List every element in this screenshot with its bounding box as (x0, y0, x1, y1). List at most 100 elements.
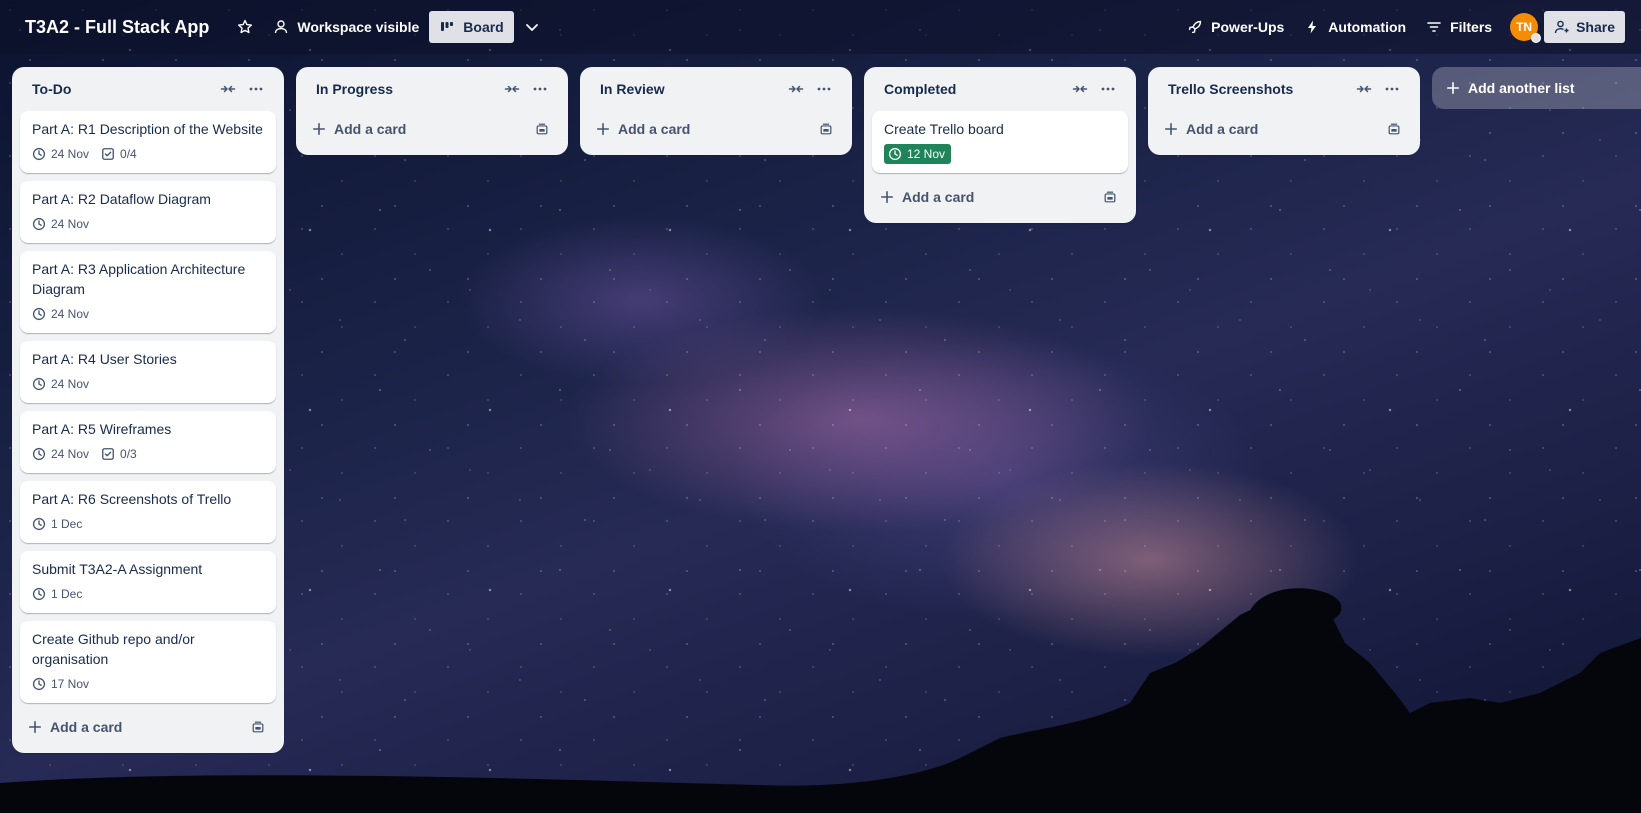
add-card-button[interactable]: Add a card (304, 111, 560, 147)
visibility-button[interactable]: Workspace visible (263, 11, 429, 43)
filters-button[interactable]: Filters (1416, 11, 1502, 43)
due-date: 1 Dec (51, 587, 83, 601)
clock-icon (32, 677, 46, 691)
clock-icon (888, 147, 902, 161)
card[interactable]: Part A: R4 User Stories 24 Nov (20, 341, 276, 403)
admin-badge-icon (1531, 33, 1542, 43)
create-from-template-icon[interactable] (244, 713, 272, 741)
share-button[interactable]: Share (1544, 11, 1625, 43)
due-date-badge[interactable]: 24 Nov (32, 444, 89, 464)
list-trello-screenshots[interactable]: Trello Screenshots Add a card (1148, 67, 1420, 155)
star-icon (237, 19, 253, 35)
list-title[interactable]: In Progress (316, 81, 498, 97)
card[interactable]: Part A: R6 Screenshots of Trello 1 Dec (20, 481, 276, 543)
clock-icon (32, 377, 46, 391)
card-title: Part A: R3 Application Architecture Diag… (32, 261, 246, 297)
card-title: Create Trello board (884, 121, 1004, 137)
add-card-button[interactable]: Add a card (872, 179, 1128, 215)
card-badges: 24 Nov (32, 374, 264, 394)
checklist-icon (102, 148, 114, 160)
due-date-badge[interactable]: 24 Nov (32, 214, 89, 234)
card-title: Create Github repo and/or organisation (32, 631, 195, 667)
due-date-badge[interactable]: 24 Nov (32, 374, 89, 394)
add-card-label: Add a card (334, 121, 407, 137)
board-view-button[interactable]: Board (429, 11, 514, 43)
lightning-icon (1304, 19, 1320, 35)
list-title[interactable]: In Review (600, 81, 782, 97)
due-date-badge[interactable]: 24 Nov (32, 144, 89, 164)
due-date: 12 Nov (907, 147, 946, 161)
due-date: 24 Nov (51, 147, 90, 161)
list-menu-icon[interactable] (1094, 75, 1122, 103)
board-icon (439, 19, 455, 35)
card[interactable]: Part A: R2 Dataflow Diagram 24 Nov (20, 181, 276, 243)
card[interactable]: Create Github repo and/or organisation 1… (20, 621, 276, 703)
card-list: Part A: R1 Description of the Website 24… (20, 111, 276, 703)
due-date-complete-badge[interactable]: 12 Nov (884, 144, 952, 164)
checklist-count: 0/4 (120, 147, 137, 161)
list-in-review[interactable]: In Review Add a card (580, 67, 852, 155)
due-date-badge[interactable]: 1 Dec (32, 514, 82, 534)
card-badges: 24 Nov 0/3 (32, 444, 264, 464)
list-menu-icon[interactable] (810, 75, 838, 103)
member-avatar[interactable]: TN (1510, 13, 1542, 43)
due-date: 24 Nov (51, 447, 90, 461)
rocket-icon (1187, 19, 1203, 35)
create-from-template-icon[interactable] (528, 115, 556, 143)
checklist-count: 0/3 (120, 447, 137, 461)
add-list-button[interactable]: Add another list (1432, 67, 1641, 109)
create-from-template-icon[interactable] (1096, 183, 1124, 211)
view-switcher-button[interactable] (514, 11, 550, 43)
create-from-template-icon[interactable] (812, 115, 840, 143)
powerups-button[interactable]: Power-Ups (1177, 11, 1294, 43)
list-in-progress[interactable]: In Progress Add a card (296, 67, 568, 155)
due-date-badge[interactable]: 1 Dec (32, 584, 82, 604)
collapse-list-icon[interactable] (1350, 75, 1378, 103)
add-card-button[interactable]: Add a card (588, 111, 844, 147)
card[interactable]: Part A: R3 Application Architecture Diag… (20, 251, 276, 333)
board-view-label: Board (463, 19, 504, 35)
chevron-down-icon (524, 19, 540, 35)
board-title[interactable]: T3A2 - Full Stack App (25, 17, 209, 38)
list-menu-icon[interactable] (242, 75, 270, 103)
due-date: 1 Dec (51, 517, 83, 531)
avatar-initials: TN (1516, 20, 1533, 34)
checklist-icon (102, 448, 114, 460)
collapse-list-icon[interactable] (1066, 75, 1094, 103)
clock-icon (32, 217, 46, 231)
card-badges: 17 Nov (32, 674, 264, 694)
card[interactable]: Submit T3A2-A Assignment 1 Dec (20, 551, 276, 613)
create-from-template-icon[interactable] (1380, 115, 1408, 143)
card[interactable]: Part A: R1 Description of the Website 24… (20, 111, 276, 173)
card-badges: 1 Dec (32, 514, 264, 534)
board-canvas: To-Do Part A: R1 Description of the Webs… (12, 67, 1641, 753)
collapse-list-icon[interactable] (498, 75, 526, 103)
card-badges: 24 Nov (32, 214, 264, 234)
card[interactable]: Create Trello board 12 Nov (872, 111, 1128, 173)
due-date-badge[interactable]: 17 Nov (32, 674, 89, 694)
list-menu-icon[interactable] (1378, 75, 1406, 103)
list-header: Completed (872, 67, 1128, 111)
due-date-badge[interactable]: 24 Nov (32, 304, 89, 324)
clock-icon (32, 307, 46, 321)
due-date: 17 Nov (51, 677, 90, 691)
card-title: Part A: R6 Screenshots of Trello (32, 491, 232, 507)
add-card-button[interactable]: Add a card (20, 709, 276, 745)
card[interactable]: Part A: R5 Wireframes 24 Nov 0/3 (20, 411, 276, 473)
automation-button[interactable]: Automation (1294, 11, 1416, 43)
list-menu-icon[interactable] (526, 75, 554, 103)
share-label: Share (1576, 19, 1615, 35)
powerups-label: Power-Ups (1211, 19, 1285, 35)
card-title: Submit T3A2-A Assignment (32, 561, 203, 577)
due-date: 24 Nov (51, 377, 90, 391)
list-title[interactable]: Trello Screenshots (1168, 81, 1350, 97)
plus-icon (1164, 122, 1178, 136)
star-button[interactable] (227, 11, 263, 43)
list-title[interactable]: Completed (884, 81, 1066, 97)
list-completed[interactable]: Completed Create Trello board 12 Nov Add… (864, 67, 1136, 223)
collapse-list-icon[interactable] (782, 75, 810, 103)
add-card-button[interactable]: Add a card (1156, 111, 1412, 147)
list-todo[interactable]: To-Do Part A: R1 Description of the Webs… (12, 67, 284, 753)
list-title[interactable]: To-Do (32, 81, 214, 97)
collapse-list-icon[interactable] (214, 75, 242, 103)
